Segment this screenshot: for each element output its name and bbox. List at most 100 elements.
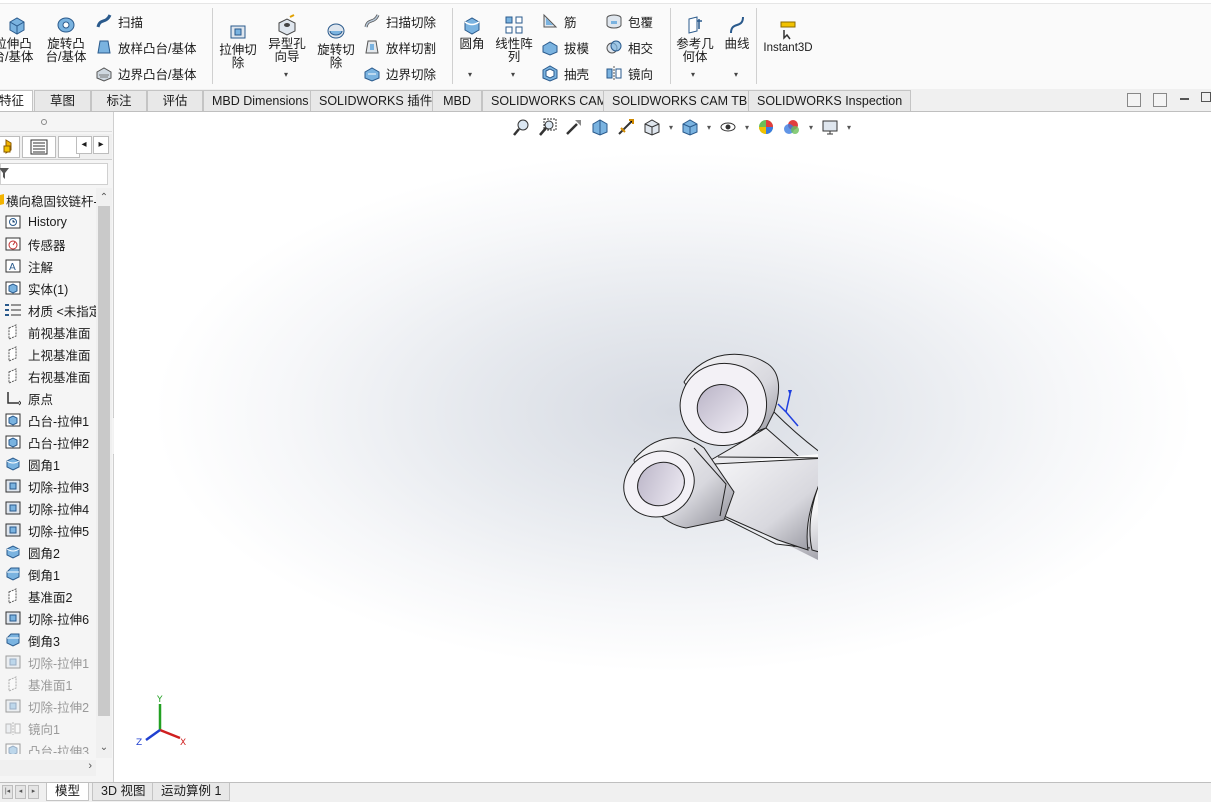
tab-markup[interactable]: 标注 — [91, 90, 147, 111]
tab-mbd-dimensions[interactable]: MBD Dimensions — [203, 90, 318, 111]
tab-scroll-right-button[interactable]: ▸ — [93, 136, 109, 154]
panel-left-icon[interactable] — [1127, 93, 1141, 107]
tree-vertical-scrollbar[interactable]: ⌃ ⌄ — [96, 188, 112, 758]
tab-sketch[interactable]: 草图 — [34, 90, 91, 111]
tab-solidworks-addins[interactable]: SOLIDWORKS 插件 — [310, 90, 442, 111]
shell-button[interactable]: 抽壳 — [540, 62, 589, 84]
restore-icon[interactable] — [1201, 92, 1211, 102]
section-view-icon[interactable] — [587, 116, 613, 138]
property-manager-tab[interactable] — [22, 136, 56, 158]
tree-horizontal-scrollbar[interactable]: › — [0, 760, 96, 776]
linear-pattern-button[interactable]: 线性阵 列 — [492, 14, 536, 64]
tree-filter-input[interactable] — [0, 163, 108, 185]
tree-item[interactable]: 切除-拉伸5 — [4, 519, 89, 541]
revolve-cut-button[interactable]: 旋转切 除 — [314, 20, 358, 70]
extrude-cut-button[interactable]: 拉伸切 除 — [216, 20, 260, 70]
mirror-button[interactable]: 镜向 — [604, 62, 653, 84]
minimize-icon[interactable] — [1180, 98, 1189, 100]
tree-item[interactable]: 上视基准面 — [4, 343, 91, 365]
tree-item[interactable]: 凸台-拉伸1 — [4, 409, 89, 431]
reference-geometry-dropdown-arrow[interactable]: ▾ — [691, 70, 695, 79]
extrude-boss-button[interactable]: 拉伸凸 台/基体 — [0, 14, 34, 64]
tree-item[interactable]: 圆角2 — [4, 541, 60, 563]
tree-item[interactable]: 右视基准面 — [4, 365, 91, 387]
tree-item[interactable]: 前视基准面 — [4, 321, 91, 343]
apply-scene-icon[interactable] — [779, 116, 805, 138]
panel-grip[interactable] — [0, 112, 112, 132]
panel-right-icon[interactable] — [1153, 93, 1167, 107]
tree-item[interactable]: 圆角1 — [4, 453, 60, 475]
tree-item[interactable]: 基准面1 — [4, 673, 72, 695]
fillet-button[interactable]: 圆角 — [456, 14, 488, 51]
hinge-rod-model[interactable] — [498, 346, 818, 586]
swept-cut-button[interactable]: 扫描切除 — [362, 10, 436, 32]
tree-item[interactable]: 实体(1) — [4, 277, 68, 299]
hide-show-items-icon[interactable] — [715, 116, 741, 138]
tab-solidworks-cam[interactable]: SOLIDWORKS CAM — [482, 90, 616, 111]
tab-solidworks-inspection[interactable]: SOLIDWORKS Inspection — [748, 90, 912, 111]
view-settings-icon[interactable] — [817, 116, 843, 138]
dynamic-annotation-icon[interactable] — [613, 116, 639, 138]
scroll-right-icon[interactable]: › — [88, 760, 92, 772]
boundary-boss-button[interactable]: 边界凸台/基体 — [94, 62, 196, 84]
tab-mbd[interactable]: MBD — [432, 90, 482, 111]
instant3d-button[interactable]: Instant3D — [760, 18, 816, 55]
view-orientation-dropdown[interactable]: ▾ — [665, 116, 677, 138]
tree-root[interactable]: 横向稳固铰链杆- — [0, 189, 96, 211]
tree-item[interactable]: 凸台-拉伸2 — [4, 431, 89, 453]
prev-tab-button[interactable]: ◂ — [15, 785, 26, 799]
tree-item[interactable]: 倒角1 — [4, 563, 60, 585]
tree-item[interactable]: History — [4, 211, 67, 233]
tree-item[interactable]: 基准面2 — [4, 585, 72, 607]
scroll-thumb[interactable] — [98, 206, 110, 716]
next-tab-button[interactable]: ▸ — [28, 785, 39, 799]
first-tab-button[interactable]: |◂ — [2, 785, 13, 799]
tree-item[interactable]: 传感器 — [4, 233, 66, 255]
feature-manager-tab[interactable] — [0, 136, 20, 158]
tree-item[interactable]: 材质 <未指定> — [4, 299, 96, 321]
display-style-icon[interactable] — [677, 116, 703, 138]
tab-features[interactable]: 特征 — [0, 90, 34, 111]
reference-geometry-button[interactable]: 参考几 何体 — [672, 14, 718, 64]
tab-3d-views[interactable]: 3D 视图 — [92, 783, 155, 801]
lofted-cut-button[interactable]: 放样切割 — [362, 36, 436, 58]
tree-item[interactable]: 切除-拉伸4 — [4, 497, 89, 519]
tab-evaluate[interactable]: 评估 — [147, 90, 203, 111]
hide-show-dropdown[interactable]: ▾ — [741, 116, 753, 138]
tree-item[interactable]: 切除-拉伸3 — [4, 475, 89, 497]
graphics-area[interactable]: ▾ ▾ ▾ ▾ ▾ Y X Z — [114, 112, 1211, 782]
zoom-to-area-icon[interactable] — [535, 116, 561, 138]
curves-button[interactable]: 曲线 — [722, 14, 752, 51]
scroll-up-icon[interactable]: ⌃ — [96, 190, 112, 206]
display-style-dropdown[interactable]: ▾ — [703, 116, 715, 138]
tree-item[interactable]: 切除-拉伸6 — [4, 607, 89, 629]
fillet-dropdown-arrow[interactable]: ▾ — [468, 70, 472, 79]
view-settings-dropdown[interactable]: ▾ — [843, 116, 855, 138]
tree-item[interactable]: 切除-拉伸2 — [4, 695, 89, 717]
tree-item[interactable]: 镜向1 — [4, 717, 60, 739]
zoom-to-fit-icon[interactable] — [509, 116, 535, 138]
draft-button[interactable]: 拔模 — [540, 36, 589, 58]
tree-item[interactable]: 原点 — [4, 387, 53, 409]
tree-item[interactable]: 切除-拉伸1 — [4, 651, 89, 673]
tab-motion-study-1[interactable]: 运动算例 1 — [152, 783, 231, 801]
curves-dropdown-arrow[interactable]: ▾ — [734, 70, 738, 79]
wrap-button[interactable]: 包覆 — [604, 10, 653, 32]
tree-item[interactable]: 凸台-拉伸3 — [4, 739, 89, 754]
revolve-boss-button[interactable]: 旋转凸 台/基体 — [40, 14, 92, 64]
rib-button[interactable]: 筋 — [540, 10, 577, 32]
intersect-button[interactable]: 相交 — [604, 36, 653, 58]
hole-wizard-dropdown-arrow[interactable]: ▾ — [284, 70, 288, 79]
hole-wizard-button[interactable]: 异型孔 向导 — [264, 14, 310, 64]
loft-boss-button[interactable]: 放样凸台/基体 — [94, 36, 196, 58]
linear-pattern-dropdown-arrow[interactable]: ▾ — [511, 70, 515, 79]
sweep-button[interactable]: 扫描 — [94, 10, 143, 32]
tab-solidworks-cam-tbm[interactable]: SOLIDWORKS CAM TBM — [603, 90, 767, 111]
tab-model[interactable]: 模型 — [46, 783, 90, 801]
tree-item[interactable]: 倒角3 — [4, 629, 60, 651]
scroll-down-icon[interactable]: ⌄ — [96, 740, 112, 756]
tab-scroll-left-button[interactable]: ◂ — [76, 136, 92, 154]
apply-scene-dropdown[interactable]: ▾ — [805, 116, 817, 138]
previous-view-icon[interactable] — [561, 116, 587, 138]
edit-appearance-icon[interactable] — [753, 116, 779, 138]
